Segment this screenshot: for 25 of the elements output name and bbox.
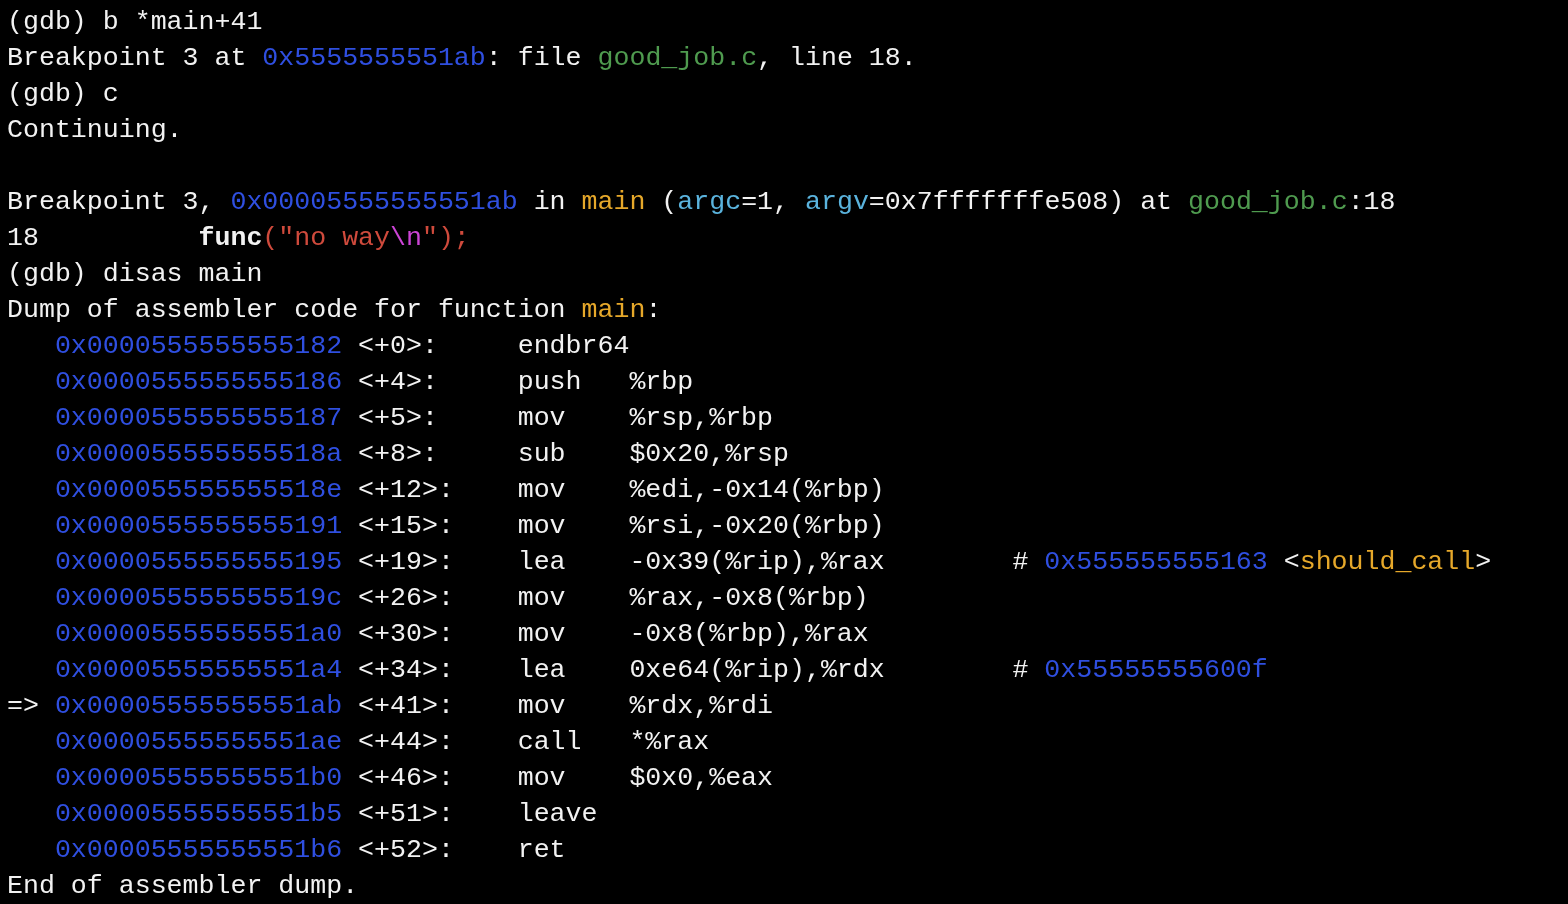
terminal-line: (gdb) disas main xyxy=(7,258,263,291)
terminal-line: 0x0000555555555182 <+0>: endbr64 xyxy=(54,330,630,363)
terminal-line: End of assembler dump. xyxy=(7,870,359,903)
terminal-line: 18 func("no way\n"); xyxy=(7,222,470,255)
terminal-line: 0x0000555555555195 <+19>: lea -0x39(%rip),%rax # 0x555555555163 <should_call> xyxy=(54,546,1492,579)
terminal-line: (gdb) b *main+41 xyxy=(7,6,263,39)
terminal-line: 0x00005555555551a0 <+30>: mov -0x8(%rbp),%rax xyxy=(54,618,869,651)
terminal-line: Breakpoint 3 at 0x5555555551ab: file good_job.c, line 18. xyxy=(7,42,917,75)
terminal-line: 0x0000555555555186 <+4>: push %rbp xyxy=(54,366,694,399)
terminal-line: (gdb) c xyxy=(7,78,119,111)
terminal-line: 0x000055555555518e <+12>: mov %edi,-0x14(%rbp) xyxy=(54,474,885,507)
terminal-line: 0x0000555555555187 <+5>: mov %rsp,%rbp xyxy=(54,402,774,435)
terminal-line: Dump of assembler code for function main: xyxy=(7,294,662,327)
current-instruction-marker: => xyxy=(7,690,40,723)
terminal-line: 0x00005555555551ae <+44>: call *%rax xyxy=(54,726,710,759)
terminal-line: Breakpoint 3, 0x00005555555551ab in main (argc=1, argv=0x7fffffffe508) at good_job.c:18 xyxy=(7,186,1396,219)
terminal-line: 0x00005555555551b6 <+52>: ret xyxy=(54,834,566,867)
terminal-line: Continuing. xyxy=(7,114,183,147)
terminal-line: 0x0000555555555191 <+15>: mov %rsi,-0x20(%rbp) xyxy=(54,510,885,543)
terminal-line: 0x00005555555551b5 <+51>: leave xyxy=(54,798,598,831)
terminal-line: 0x00005555555551ab <+41>: mov %rdx,%rdi xyxy=(54,690,774,723)
terminal-line: 0x000055555555518a <+8>: sub $0x20,%rsp xyxy=(54,438,789,471)
terminal-line: 0x000055555555519c <+26>: mov %rax,-0x8(%rbp) xyxy=(54,582,869,615)
terminal-line: 0x00005555555551b0 <+46>: mov $0x0,%eax xyxy=(54,762,774,795)
terminal-line: 0x00005555555551a4 <+34>: lea 0xe64(%rip),%rdx # 0x55555555600f xyxy=(54,654,1268,687)
